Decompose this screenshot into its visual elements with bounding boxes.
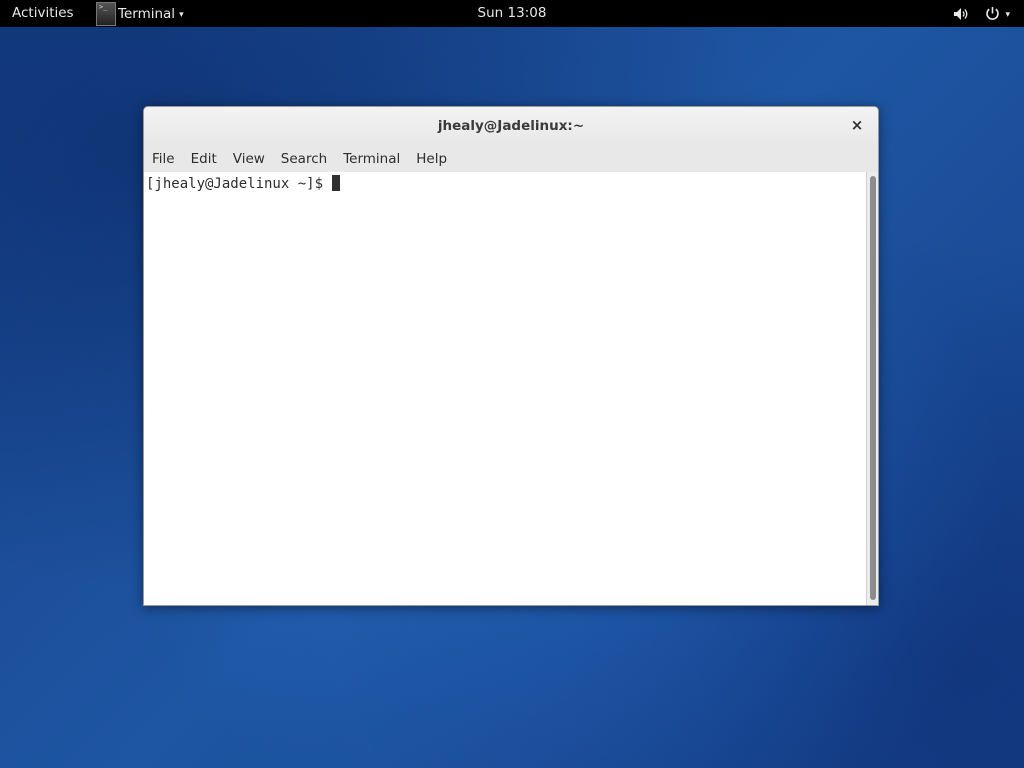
chevron-down-icon[interactable]: ▾ (1005, 10, 1010, 20)
window-title: jhealy@Jadelinux:~ (437, 118, 585, 134)
menu-help[interactable]: Help (416, 151, 447, 167)
menu-bar: File Edit View Search Terminal Help (144, 145, 878, 172)
menu-file[interactable]: File (152, 151, 175, 167)
power-icon[interactable] (985, 6, 1000, 21)
clock[interactable]: Sun 13:08 (0, 5, 1024, 21)
terminal-window[interactable]: jhealy@Jadelinux:~ × File Edit View Sear… (143, 106, 879, 606)
close-icon[interactable]: × (848, 116, 866, 134)
volume-icon[interactable] (953, 7, 969, 21)
menu-search[interactable]: Search (281, 151, 327, 167)
menu-terminal[interactable]: Terminal (343, 151, 400, 167)
shell-prompt: [jhealy@Jadelinux ~]$ (146, 176, 332, 192)
text-cursor (332, 175, 341, 191)
system-tray[interactable]: ▾ (953, 0, 1010, 27)
scrollbar-thumb[interactable] (870, 176, 876, 600)
scrollbar[interactable] (866, 172, 878, 605)
menu-edit[interactable]: Edit (191, 151, 217, 167)
window-titlebar[interactable]: jhealy@Jadelinux:~ × (144, 107, 878, 145)
top-bar: Activities >_ Terminal ▾ Sun 13:08 ▾ (0, 0, 1024, 27)
terminal-area[interactable]: [jhealy@Jadelinux ~]$ (144, 172, 866, 605)
menu-view[interactable]: View (233, 151, 265, 167)
